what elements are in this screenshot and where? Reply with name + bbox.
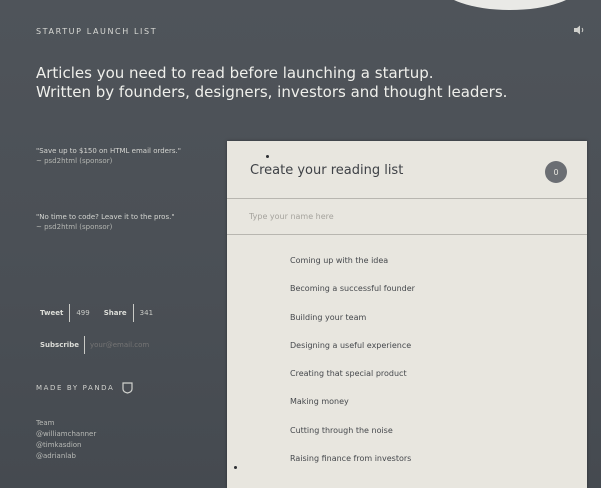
topic-item[interactable]: Coming up with the idea [290,255,415,283]
sponsor-ad[interactable]: "No time to code? Leave it to the pros."… [36,212,186,232]
reading-count-badge[interactable]: 0 [545,161,567,183]
sponsor-text: "Save up to $150 on HTML email orders." [36,147,181,155]
topic-item[interactable]: Making money [290,396,415,424]
shield-icon [122,382,134,394]
brand-title[interactable]: STARTUP LAUNCH LIST [36,27,157,36]
share-button[interactable]: Share [104,309,127,317]
divider [132,304,134,322]
team-member-link[interactable]: @adrianlab [36,451,96,462]
topic-list: Coming up with the idea Becoming a succe… [290,255,415,481]
name-input[interactable] [249,208,549,224]
headline-line-1: Articles you need to read before launchi… [36,64,434,82]
reading-list-panel: Create your reading list 0 Coming up wit… [227,141,587,488]
sponsor-ad[interactable]: "Save up to $150 on HTML email orders." … [36,146,186,166]
page-headline: Articles you need to read before launchi… [36,64,556,102]
divider [69,304,71,322]
topic-item[interactable]: Building your team [290,312,415,340]
divider [83,336,85,354]
topic-item[interactable]: Cutting through the noise [290,425,415,453]
subscribe-form: Subscribe [40,336,170,354]
sponsor-attribution[interactable]: ~ psd2html (sponsor) [36,222,186,232]
headline-line-2: Written by founders, designers, investor… [36,83,508,101]
topic-item[interactable]: Becoming a successful founder [290,283,415,311]
tweet-count: 499 [76,309,90,317]
topic-item[interactable]: Raising finance from investors [290,453,415,481]
divider [227,234,587,235]
page: STARTUP LAUNCH LIST Articles you need to… [0,0,601,488]
team-title: Team [36,419,55,427]
top-light-glare [440,0,580,10]
team-member-link[interactable]: @williamchanner [36,429,96,440]
topic-item[interactable]: Creating that special product [290,368,415,396]
team-member-link[interactable]: @timkasdion [36,440,96,451]
divider [227,198,587,199]
share-count: 341 [139,309,154,317]
tweet-button[interactable]: Tweet [40,309,63,317]
team-list: Team @williamchanner @timkasdion @adrian… [36,418,96,462]
topic-item[interactable]: Designing a useful experience [290,340,415,368]
social-buttons: Tweet 499 Share 341 [40,304,153,322]
subscribe-button[interactable]: Subscribe [40,341,79,349]
made-by-label: MADE BY PANDA [36,384,115,392]
sponsor-attribution[interactable]: ~ psd2html (sponsor) [36,156,186,166]
speaker-icon[interactable] [573,24,585,36]
speck [234,466,237,469]
email-field[interactable] [89,341,170,349]
made-by[interactable]: MADE BY PANDA [36,382,134,394]
sponsor-text: "No time to code? Leave it to the pros." [36,213,175,221]
reading-list-title: Create your reading list [250,163,404,178]
speck [266,155,269,158]
